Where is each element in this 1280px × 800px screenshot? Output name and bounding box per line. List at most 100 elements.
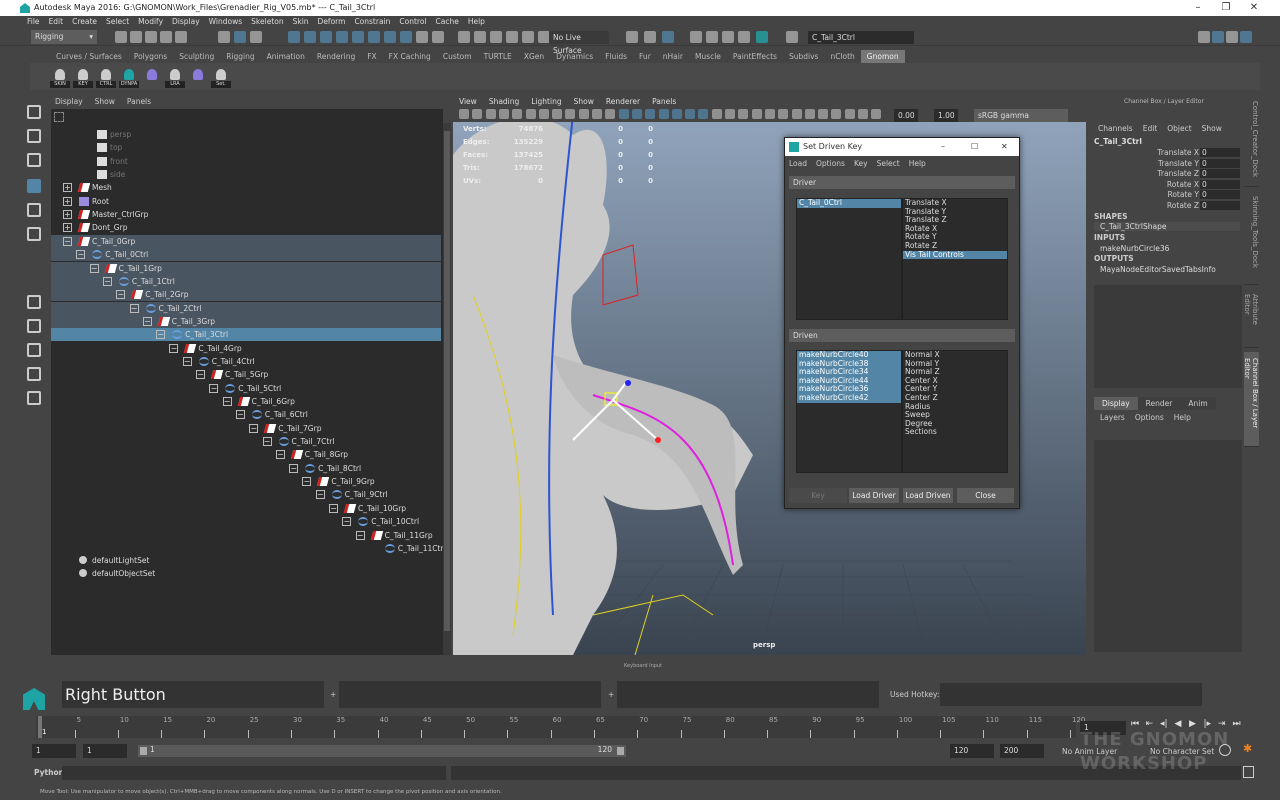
shelf-button-set[interactable]: Set. — [211, 69, 231, 88]
shelf-tab-curves-surfaces[interactable]: Curves / Surfaces — [50, 50, 128, 63]
status-tool-icon[interactable] — [160, 31, 172, 43]
menu-control[interactable]: Control — [399, 16, 426, 28]
outliner-item[interactable]: − C_Tail_5Ctrl — [51, 382, 441, 395]
viewport-menu-view[interactable]: View — [459, 95, 477, 108]
outliner-item[interactable]: − C_Tail_1Grp — [51, 261, 441, 275]
expand-toggle[interactable]: − — [129, 303, 139, 313]
outliner-search-input[interactable] — [68, 111, 441, 123]
sdk-menu-select[interactable]: Select — [877, 158, 900, 170]
output-node[interactable]: MayaNodeEditorSavedTabsInfo — [1100, 265, 1216, 274]
start-time-field[interactable]: 1 — [32, 744, 76, 758]
channel-menu-show[interactable]: Show — [1202, 124, 1222, 133]
shelf-tab-subdivs[interactable]: Subdivs — [783, 50, 824, 63]
status-tool-icon[interactable] — [626, 31, 638, 43]
minimize-button[interactable]: – — [1184, 0, 1212, 16]
outliner-item[interactable]: front — [51, 155, 441, 168]
playback-start-field[interactable]: 1 — [83, 744, 127, 758]
outliner-item[interactable]: − C_Tail_4Ctrl — [51, 355, 441, 368]
status-tool-icon[interactable] — [1212, 31, 1224, 43]
outliner-item[interactable]: − C_Tail_7Ctrl — [51, 435, 441, 448]
outliner-item[interactable]: − C_Tail_6Grp — [51, 395, 441, 408]
menu-edit[interactable]: Edit — [49, 16, 64, 28]
expand-toggle[interactable]: − — [302, 477, 312, 487]
channel-row[interactable]: Translate Y0 — [1090, 158, 1243, 169]
status-tool-icon[interactable] — [690, 31, 702, 43]
range-end-handle[interactable] — [617, 747, 624, 755]
channel-row[interactable]: Translate Z0 — [1090, 169, 1243, 179]
channel-row[interactable]: Rotate Y0 — [1090, 190, 1243, 200]
driven-object-item[interactable]: makeNurbCircle42 — [797, 393, 901, 403]
channel-value[interactable]: 0 — [1200, 148, 1240, 157]
status-tool-icon[interactable] — [384, 31, 396, 43]
expand-toggle[interactable]: − — [116, 290, 126, 300]
move-tool-icon[interactable] — [27, 179, 41, 193]
sdk-menu-help[interactable]: Help — [909, 158, 926, 170]
expand-toggle[interactable]: + — [63, 196, 72, 206]
end-time-field[interactable]: 200 — [1000, 744, 1044, 758]
outliner-item[interactable]: side — [51, 168, 441, 181]
channel-menu-channels[interactable]: Channels — [1098, 124, 1133, 133]
viewport-tool-icon[interactable] — [738, 109, 749, 119]
status-tool-icon[interactable] — [738, 31, 750, 43]
channel-value[interactable]: 0 — [1200, 169, 1240, 179]
layer-tab-anim[interactable]: Anim — [1180, 397, 1216, 410]
scale-tool-icon[interactable] — [27, 227, 41, 241]
viewport-tool-icon[interactable] — [631, 109, 642, 119]
driver-attribute-item[interactable]: Vis Tail Controls — [903, 250, 1007, 260]
viewport-menu-panels[interactable]: Panels — [652, 95, 676, 108]
outliner-item[interactable]: persp — [51, 128, 441, 141]
status-tool-icon[interactable] — [506, 31, 518, 43]
layer-tab-render[interactable]: Render — [1137, 397, 1181, 410]
viewport-tool-icon[interactable] — [658, 109, 669, 119]
status-tool-icon[interactable] — [1198, 31, 1210, 43]
shelf-button-lra[interactable]: LRA — [165, 69, 185, 88]
expand-toggle[interactable]: − — [329, 503, 338, 513]
menu-skin[interactable]: Skin — [293, 16, 309, 28]
status-tool-icon[interactable] — [1226, 31, 1238, 43]
expand-toggle[interactable]: − — [235, 410, 245, 420]
load-driver-button[interactable]: Load Driver — [849, 488, 899, 503]
expand-toggle[interactable]: + — [63, 183, 72, 193]
viewport-tool-icon[interactable] — [685, 109, 696, 119]
viewport-tool-icon[interactable] — [552, 109, 563, 119]
shelf-tab-fluids[interactable]: Fluids — [599, 50, 633, 63]
viewport-tool-icon[interactable] — [498, 109, 509, 119]
outliner-item[interactable]: − C_Tail_8Ctrl — [51, 462, 441, 475]
menu-file[interactable]: File — [27, 16, 40, 28]
exposure-field[interactable]: 0.00 — [894, 109, 918, 122]
current-time-marker[interactable] — [38, 716, 42, 738]
menu-constrain[interactable]: Constrain — [354, 16, 390, 28]
viewport-tool-icon[interactable] — [578, 109, 589, 119]
side-tab[interactable]: Skinning_Tools_Dock — [1244, 190, 1259, 285]
expand-toggle[interactable]: − — [355, 530, 365, 540]
channel-value[interactable]: 0 — [1200, 201, 1240, 210]
viewport-tool-icon[interactable] — [459, 109, 469, 119]
viewport-tool-icon[interactable] — [512, 109, 523, 119]
maximize-button[interactable]: ☐ — [971, 138, 978, 156]
outliner-item[interactable]: + Dont_Grp — [51, 221, 441, 234]
viewport-tool-icon[interactable] — [871, 109, 882, 119]
outliner-item[interactable]: − C_Tail_3Ctrl — [51, 328, 441, 342]
viewport-tool-icon[interactable] — [818, 109, 829, 119]
input-node[interactable]: makeNurbCircle36 — [1100, 244, 1169, 253]
viewport-tool-icon[interactable] — [698, 109, 709, 119]
expand-toggle[interactable]: − — [289, 463, 299, 473]
status-tool-icon[interactable] — [522, 31, 534, 43]
menu-help[interactable]: Help — [468, 16, 485, 28]
menu-deform[interactable]: Deform — [318, 16, 346, 28]
viewport-tool-icon[interactable] — [485, 109, 496, 119]
channel-value[interactable]: 0 — [1200, 158, 1240, 168]
shelf-button-tool4[interactable] — [142, 69, 162, 88]
playback-end-field[interactable]: 120 — [950, 744, 994, 758]
side-tab[interactable]: Channel Box / Layer Editor — [1243, 352, 1259, 447]
select-tool-icon[interactable] — [27, 105, 41, 119]
status-tool-icon[interactable] — [130, 31, 142, 43]
viewport-menu-shading[interactable]: Shading — [489, 95, 519, 108]
status-tool-icon[interactable] — [336, 31, 348, 43]
viewport-tool-icon[interactable] — [831, 109, 842, 119]
expand-toggle[interactable]: − — [262, 437, 272, 447]
outliner-item[interactable]: − C_Tail_0Grp — [51, 234, 441, 248]
shelf-tab-gnomon[interactable]: Gnomon — [860, 50, 905, 63]
viewport-tool-icon[interactable] — [804, 109, 815, 119]
expand-toggle[interactable]: − — [156, 330, 166, 340]
